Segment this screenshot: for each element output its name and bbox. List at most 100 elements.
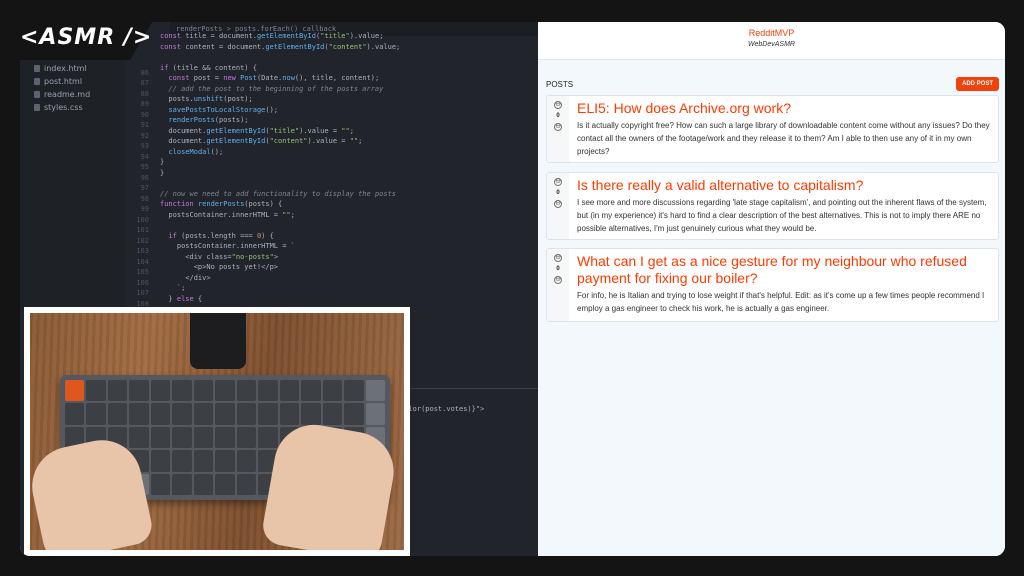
file-item[interactable]: readme.md [20, 88, 125, 101]
keycap [322, 403, 343, 425]
downvote-icon[interactable]: ⊖ [554, 123, 562, 131]
keycap [129, 426, 149, 449]
video-frame: renderPosts > posts.forEach() callback i… [0, 0, 1024, 576]
code-line: savePostsToLocalStorage(); [168, 105, 279, 114]
code-line: // now we need to add functionality to d… [160, 189, 397, 198]
code-line: postsContainer.innerHTML = ""; [160, 210, 295, 219]
keycap [150, 426, 171, 449]
file-item[interactable]: index.html [20, 62, 125, 75]
keycap [193, 403, 214, 425]
code-line: } else { [160, 294, 203, 303]
code-line: posts.unshift(post); [160, 95, 253, 103]
line-number: 103 [136, 247, 149, 255]
keycap [150, 473, 171, 495]
file-icon [34, 104, 40, 111]
app-title[interactable]: RedditMVP [538, 28, 1005, 38]
code-line: if (title && content) { [160, 63, 257, 72]
line-number: 87 [140, 79, 149, 87]
line-number: 86 [140, 68, 149, 77]
keycap [215, 473, 235, 495]
keycap [344, 380, 364, 402]
app-header: RedditMVP WebDevASMR [538, 22, 1005, 60]
line-number: 92 [140, 131, 149, 140]
keycap [236, 426, 257, 449]
keycap [193, 426, 214, 449]
keycap [65, 403, 85, 425]
line-number: 89 [140, 100, 149, 108]
file-item[interactable]: styles.css [20, 101, 125, 114]
editor-divider [400, 388, 538, 389]
line-number: 100 [136, 215, 149, 224]
line-number: 93 [140, 142, 149, 150]
keycap [279, 403, 300, 425]
upvote-icon[interactable]: ⊖ [554, 101, 562, 109]
code-line: const title = document.getElementById("t… [160, 32, 384, 40]
post-card[interactable]: ⊖ 0 ⊖ ELI5: How does Archive.org work? I… [546, 95, 999, 163]
app-subtitle: WebDevASMR [748, 41, 795, 48]
keycap [129, 403, 149, 425]
keycap [193, 473, 214, 495]
keycap [215, 380, 235, 402]
keycap [365, 380, 385, 402]
file-label: post.html [44, 77, 83, 86]
keycap [215, 426, 235, 449]
line-number: 104 [136, 257, 149, 266]
post-body: ELI5: How does Archive.org work? Is it a… [577, 96, 998, 163]
downvote-icon[interactable]: ⊖ [554, 276, 562, 284]
add-post-button[interactable]: ADD POST [955, 77, 999, 91]
code-line: document.getElementById("content").value… [160, 137, 363, 145]
asmr-logo: <ASMR /> [20, 25, 153, 50]
post-title[interactable]: ELI5: How does Archive.org work? [577, 100, 992, 117]
code-fragment-area[interactable]: Color(post.votes)}"> "> [400, 394, 538, 456]
line-number: 106 [136, 278, 149, 287]
file-label: index.html [44, 64, 87, 73]
post-title[interactable]: Is there really a valid alternative to c… [577, 177, 992, 194]
line-number: 95 [140, 163, 149, 171]
keycap [86, 403, 106, 425]
line-number: 96 [140, 173, 149, 182]
file-icon [34, 78, 40, 85]
keycap [193, 380, 214, 402]
code-line: const post = new Post(Date.now(), title,… [168, 74, 380, 82]
code-line: } [160, 168, 165, 177]
keycap [322, 380, 343, 402]
post-content: For info, he is Italian and trying to lo… [577, 291, 985, 313]
vote-column: ⊖ 0 ⊖ [547, 96, 569, 162]
keycap [65, 380, 85, 402]
code-line: } [160, 158, 165, 166]
upvote-icon[interactable]: ⊖ [554, 178, 562, 186]
post-content: Is it actually copyright free? How can s… [577, 121, 990, 156]
post-body: What can I get as a nice gesture for my … [577, 249, 998, 320]
code-line: <div class="no-posts"> [160, 252, 279, 261]
keycap [236, 380, 257, 402]
code-area[interactable]: const title = document.getElementById("t… [160, 31, 535, 326]
upvote-icon[interactable]: ⊖ [554, 254, 562, 262]
file-item[interactable]: post.html [20, 75, 125, 88]
keycap [215, 450, 235, 472]
vote-count: 0 [556, 113, 560, 119]
line-number: 97 [140, 184, 149, 192]
line-number: 105 [136, 268, 149, 276]
keycap [172, 380, 192, 402]
cup-image [190, 313, 246, 369]
line-number: 90 [140, 110, 149, 119]
post-title[interactable]: What can I get as a nice gesture for my … [577, 253, 992, 287]
downvote-icon[interactable]: ⊖ [554, 200, 562, 208]
keycap [172, 450, 192, 472]
line-number: 88 [140, 89, 149, 98]
file-label: styles.css [44, 103, 83, 112]
code-line: `; [160, 284, 186, 292]
keycap [279, 380, 300, 402]
post-card[interactable]: ⊖ 0 ⊖ What can I get as a nice gesture f… [546, 248, 999, 322]
line-number: 102 [136, 236, 149, 245]
post-card[interactable]: ⊖ 0 ⊖ Is there really a valid alternativ… [546, 172, 999, 240]
keycap [301, 380, 321, 402]
line-number: 98 [140, 194, 149, 203]
posts-toolbar: POSTS ADD POST [546, 76, 999, 92]
file-icon [34, 91, 40, 98]
vote-count: 0 [556, 190, 560, 196]
webcam-overlay [24, 307, 410, 556]
line-number: 99 [140, 205, 149, 213]
